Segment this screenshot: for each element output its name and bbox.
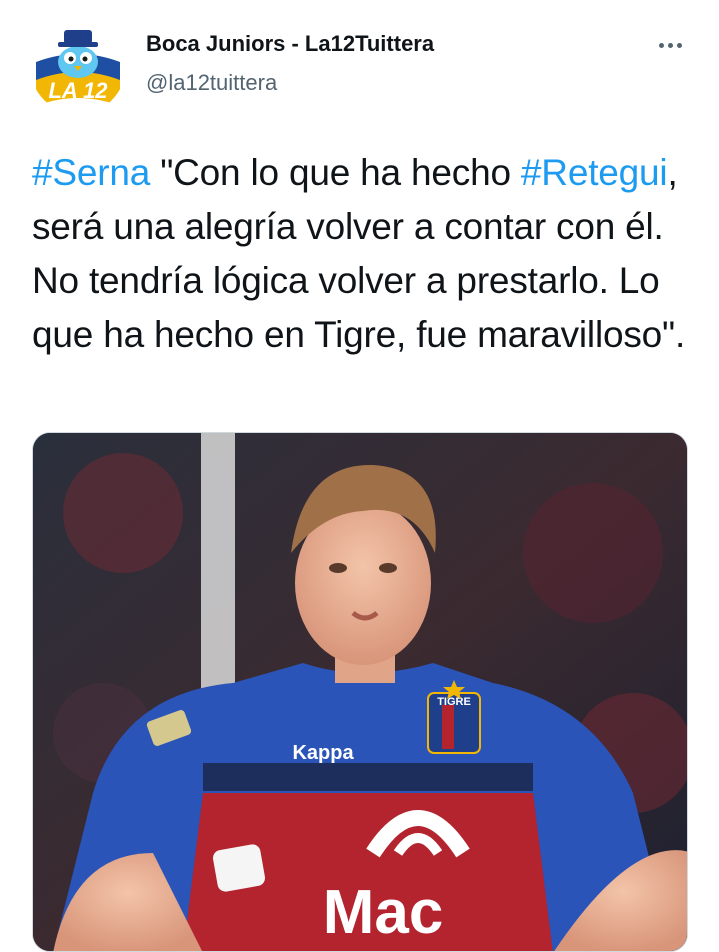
jersey-brand-text: Kappa	[292, 742, 354, 764]
avatar-logo-icon: LA 12	[30, 18, 126, 114]
avatar-text: LA 12	[48, 78, 108, 103]
hashtag-serna[interactable]: #Serna	[32, 152, 150, 193]
author-handle[interactable]: @la12tuittera	[146, 69, 277, 97]
jersey-sponsor-text: Mac	[323, 878, 444, 947]
tweet-card: LA 12 Boca Juniors - La12Tuittera @la12t…	[0, 0, 719, 952]
hashtag-retegui[interactable]: #Retegui	[521, 152, 668, 193]
more-options-button[interactable]	[650, 32, 690, 58]
tweet-text-part: "Con lo que ha hecho	[150, 152, 521, 193]
jersey-badge-text: TIGRE	[437, 696, 471, 708]
avatar[interactable]: LA 12	[30, 18, 126, 114]
tweet-photo[interactable]: TIGRE Kappa Mac	[32, 432, 688, 952]
player-photo: TIGRE Kappa Mac	[33, 433, 687, 951]
author-name[interactable]: Boca Juniors - La12Tuittera	[146, 30, 434, 58]
tweet-text: #Serna "Con lo que ha hecho #Retegui, se…	[32, 146, 702, 362]
more-horizontal-icon	[658, 42, 664, 48]
